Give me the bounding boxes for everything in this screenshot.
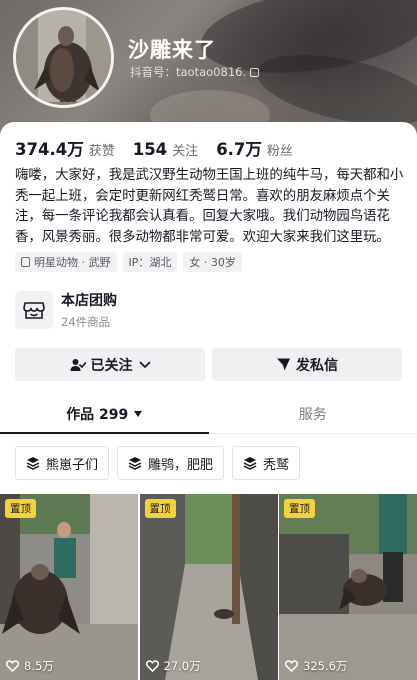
action-buttons: 已关注 发私信 [15, 348, 402, 381]
tag-organization[interactable]: 明星动物 · 武野 [15, 252, 117, 272]
collection-chips: 熊崽子们 雕鸮，肥肥 秃鹫 [15, 446, 308, 480]
bio-line: 注，每一条评论我都会认真看。回复大家哦。我们动物园鸟语花 [15, 209, 390, 224]
video-cover-image [279, 494, 417, 680]
like-count: 27.0万 [145, 658, 201, 674]
bio-line: 嗨喽，大家好，我是武汉野生动物王国上班的纯牛马，每天都和小 [15, 168, 404, 183]
store-icon [15, 291, 53, 329]
stat-value: 154 [132, 140, 168, 159]
stat-label: 获赞 [88, 144, 115, 159]
douyin-id-text: 抖音号：taotao0816. [130, 65, 247, 79]
stat-label: 粉丝 [266, 144, 293, 159]
tab-services[interactable]: 服务 [209, 394, 417, 433]
content-tabs: 作品 299 服务 [0, 394, 417, 434]
collection-label: 秃鹫 [263, 457, 290, 473]
layers-icon [128, 457, 142, 470]
video-cover-image [139, 494, 278, 680]
profile-card: 374.4万 获赞 154 关注 6.7万 粉丝 嗨喽，大家好，我是武汉野生动物… [0, 122, 417, 680]
tag-text: 女 · 30岁 [189, 256, 236, 269]
heart-icon [6, 660, 19, 672]
collection-chip[interactable]: 熊崽子们 [15, 446, 110, 480]
shop-group-buy[interactable]: 本店团购 24件商品 [15, 290, 117, 330]
video-thumbnail[interactable]: 置顶 8.5万 [0, 494, 138, 680]
tag-text: IP：湖北 [128, 256, 172, 269]
like-count-text: 8.5万 [24, 659, 54, 673]
like-count: 8.5万 [6, 658, 54, 674]
layers-icon [243, 457, 257, 470]
bio: 嗨喽，大家好，我是武汉野生动物王国上班的纯牛马，每天都和小 秃一起上班，会定时更… [15, 166, 407, 248]
tab-label: 服务 [298, 406, 327, 423]
heart-icon [145, 660, 159, 672]
avatar[interactable] [13, 7, 114, 108]
profile-tags: 明星动物 · 武野 IP：湖北 女 · 30岁 [15, 252, 248, 272]
send-message-button[interactable]: 发私信 [212, 348, 402, 381]
like-count-text: 27.0万 [163, 659, 201, 673]
stats-row: 374.4万 获赞 154 关注 6.7万 粉丝 [15, 136, 311, 160]
collection-label: 熊崽子们 [46, 457, 99, 473]
tag-text: 明星动物 · 武野 [34, 256, 111, 269]
stat-label: 关注 [172, 144, 199, 159]
pinned-badge: 置顶 [5, 499, 36, 518]
tab-label: 作品 299 [66, 406, 129, 423]
video-thumbnail[interactable]: 置顶 27.0万 [139, 494, 278, 680]
tag-gender-age: 女 · 30岁 [183, 252, 242, 272]
shop-title: 本店团购 [61, 293, 117, 309]
caret-down-icon [134, 410, 143, 417]
bio-line: 香，风景秀丽。很多动物都非常可爱。欢迎大家来我们这里玩。 [15, 229, 390, 245]
bio-line: 秃一起上班，会定时更新网红秃鹫日常。喜欢的朋友麻烦点个关 [15, 188, 390, 204]
copy-icon[interactable] [250, 68, 260, 77]
stat-likes[interactable]: 374.4万 获赞 [15, 136, 115, 160]
collection-chip[interactable]: 雕鸮，肥肥 [117, 446, 225, 480]
shop-subtitle: 24件商品 [61, 315, 111, 329]
send-icon [277, 358, 290, 371]
layers-icon [26, 457, 40, 470]
send-message-label: 发私信 [296, 357, 338, 374]
heart-icon [285, 660, 298, 672]
nickname: 沙雕来了 [128, 38, 216, 62]
video-grid: 置顶 8.5万 置顶 27.0万 置顶 325.6万 [0, 494, 417, 680]
stat-value: 374.4万 [15, 140, 84, 159]
like-count-text: 325.6万 [303, 659, 348, 673]
followed-label: 已关注 [90, 357, 133, 374]
collection-label: 雕鸮，肥肥 [148, 457, 214, 473]
stat-value: 6.7万 [216, 140, 262, 159]
pinned-badge: 置顶 [144, 499, 176, 518]
collection-chip[interactable]: 秃鹫 [232, 446, 301, 480]
pinned-badge: 置顶 [284, 499, 315, 518]
user-check-icon [70, 358, 86, 371]
tab-works[interactable]: 作品 299 [0, 394, 209, 434]
like-count: 325.6万 [285, 658, 347, 674]
stat-followers[interactable]: 6.7万 粉丝 [216, 136, 293, 160]
video-cover-image [0, 494, 138, 680]
tag-ip-location: IP：湖北 [122, 252, 178, 272]
chevron-down-icon [139, 361, 150, 368]
douyin-id[interactable]: 抖音号：taotao0816. [130, 64, 260, 80]
verified-org-icon [21, 257, 30, 267]
followed-button[interactable]: 已关注 [15, 348, 205, 381]
video-thumbnail[interactable]: 置顶 325.6万 [279, 494, 417, 680]
stat-following[interactable]: 154 关注 [133, 140, 198, 159]
